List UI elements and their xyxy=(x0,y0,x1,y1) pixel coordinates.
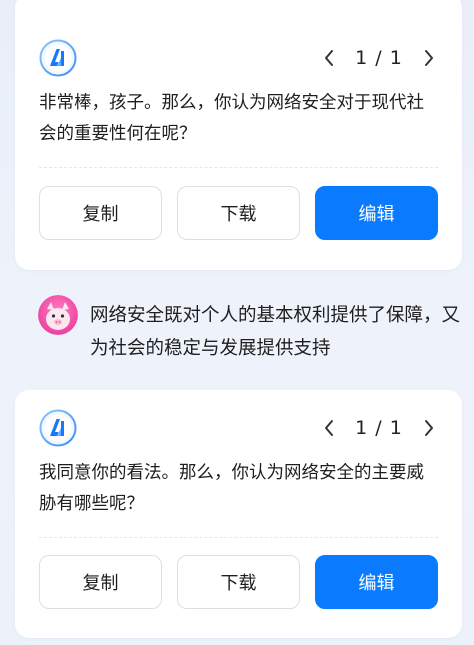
action-bar: 复制 下载 编辑 xyxy=(39,186,438,240)
pager: 1 / 1 xyxy=(320,45,438,71)
message-text: 我同意你的看法。那么，你认为网络安全的主要威胁有哪些呢？ xyxy=(39,463,424,514)
action-bar: 复制 下载 编辑 xyxy=(39,555,438,609)
download-button[interactable]: 下载 xyxy=(177,555,300,609)
chevron-left-icon[interactable] xyxy=(320,47,338,69)
divider xyxy=(39,167,438,168)
pager: 1 / 1 xyxy=(320,415,438,441)
message-card: 1 / 1 非常棒，孩子。那么，你认为网络安全对于现代社会的重要性何在呢？ 复制… xyxy=(15,0,462,270)
copy-button[interactable]: 复制 xyxy=(39,555,162,609)
message-text: 非常棒，孩子。那么，你认为网络安全对于现代社会的重要性何在呢？ xyxy=(39,93,424,144)
reply-text: 网络安全既对个人的基本权利提供了保障，又为社会的稳定与发展提供支持 xyxy=(90,305,461,359)
chevron-right-icon[interactable] xyxy=(420,417,438,439)
message-card: 1 / 1 我同意你的看法。那么，你认为网络安全的主要威胁有哪些呢？ 复制 下载… xyxy=(15,390,462,638)
edit-button[interactable]: 编辑 xyxy=(315,186,438,240)
chevron-left-icon[interactable] xyxy=(320,417,338,439)
page-counter: 1 / 1 xyxy=(355,47,403,69)
page-counter: 1 / 1 xyxy=(355,417,403,439)
ai-logo-icon xyxy=(39,409,77,447)
pig-avatar-icon xyxy=(38,295,78,335)
edit-button[interactable]: 编辑 xyxy=(315,555,438,609)
ai-logo-icon xyxy=(39,39,77,77)
download-button[interactable]: 下载 xyxy=(177,186,300,240)
divider xyxy=(39,537,438,538)
chevron-right-icon[interactable] xyxy=(420,47,438,69)
copy-button[interactable]: 复制 xyxy=(39,186,162,240)
